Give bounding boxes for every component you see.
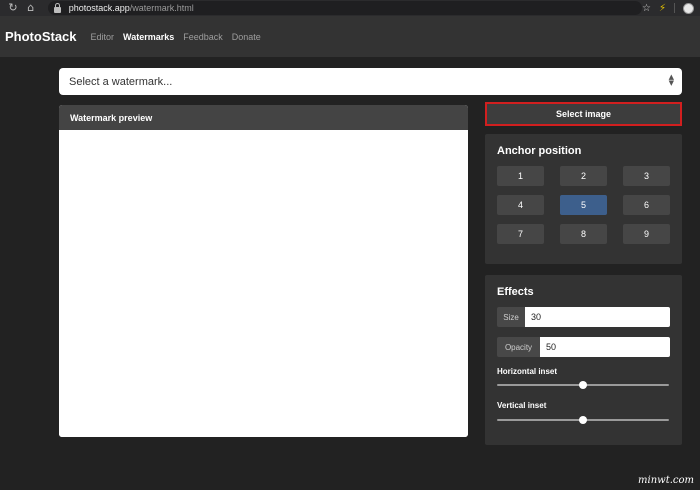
watermark-select-value: Select a watermark... xyxy=(69,75,173,88)
watermark-preview-panel: Watermark preview xyxy=(59,105,468,437)
anchor-button-2[interactable]: 2 xyxy=(560,166,607,186)
watermark-select[interactable]: Select a watermark... ▲ ▼ xyxy=(59,68,682,95)
anchor-position-title: Anchor position xyxy=(497,145,582,157)
select-image-button[interactable]: Select image xyxy=(485,102,682,126)
brand-logo[interactable]: PhotoStack xyxy=(5,29,77,44)
opacity-field: Opacity xyxy=(497,337,670,357)
url-path: /watermark.html xyxy=(129,3,194,13)
size-field: Size xyxy=(497,307,670,327)
size-label: Size xyxy=(497,307,525,327)
preview-title: Watermark preview xyxy=(70,112,153,123)
preview-header: Watermark preview xyxy=(59,105,468,130)
horizontal-inset-slider[interactable] xyxy=(497,381,669,389)
anchor-position-panel: Anchor position 1 2 3 4 5 6 7 8 9 xyxy=(485,134,682,264)
lock-icon xyxy=(53,2,61,13)
anchor-button-8[interactable]: 8 xyxy=(560,224,607,244)
home-icon[interactable]: ⌂ xyxy=(24,1,38,15)
anchor-button-5-selected[interactable]: 5 xyxy=(560,195,607,215)
nav-link-watermarks[interactable]: Watermarks xyxy=(123,32,174,42)
anchor-button-7[interactable]: 7 xyxy=(497,224,544,244)
nav-links: Editor Watermarks Feedback Donate xyxy=(91,32,261,42)
nav-link-feedback[interactable]: Feedback xyxy=(183,32,223,42)
browser-toolbar: ↻ ⌂ photostack.app/watermark.html ☆ ⚡ xyxy=(0,0,700,16)
toolbar-divider xyxy=(674,3,675,13)
nav-link-editor[interactable]: Editor xyxy=(91,32,115,42)
slider-thumb[interactable] xyxy=(579,381,587,389)
preview-canvas[interactable] xyxy=(59,130,468,437)
url-host: photostack.app xyxy=(68,3,130,13)
opacity-input[interactable] xyxy=(540,337,670,357)
anchor-button-9[interactable]: 9 xyxy=(623,224,670,244)
anchor-button-1[interactable]: 1 xyxy=(497,166,544,186)
anchor-button-6[interactable]: 6 xyxy=(623,195,670,215)
site-watermark: minwt.com xyxy=(638,475,694,486)
profile-avatar-icon[interactable] xyxy=(683,2,694,14)
effects-title: Effects xyxy=(497,286,534,298)
address-bar[interactable]: photostack.app/watermark.html xyxy=(47,1,642,15)
effects-panel: Effects Size Opacity Horizontal inset Ve… xyxy=(485,275,682,445)
vertical-inset-label: Vertical inset xyxy=(497,401,547,410)
slider-thumb[interactable] xyxy=(579,416,587,424)
app-navbar: PhotoStack Editor Watermarks Feedback Do… xyxy=(0,16,700,57)
vertical-inset-slider[interactable] xyxy=(497,416,669,424)
nav-link-donate[interactable]: Donate xyxy=(232,32,261,42)
anchor-button-3[interactable]: 3 xyxy=(623,166,670,186)
opacity-label: Opacity xyxy=(497,337,540,357)
bookmark-star-icon[interactable]: ☆ xyxy=(642,3,651,14)
anchor-button-4[interactable]: 4 xyxy=(497,195,544,215)
horizontal-inset-label: Horizontal inset xyxy=(497,367,558,376)
size-input[interactable] xyxy=(525,307,670,327)
select-updown-icon: ▲ ▼ xyxy=(668,73,674,87)
extension-bolt-icon[interactable]: ⚡ xyxy=(659,3,666,14)
reload-icon[interactable]: ↻ xyxy=(6,1,20,15)
